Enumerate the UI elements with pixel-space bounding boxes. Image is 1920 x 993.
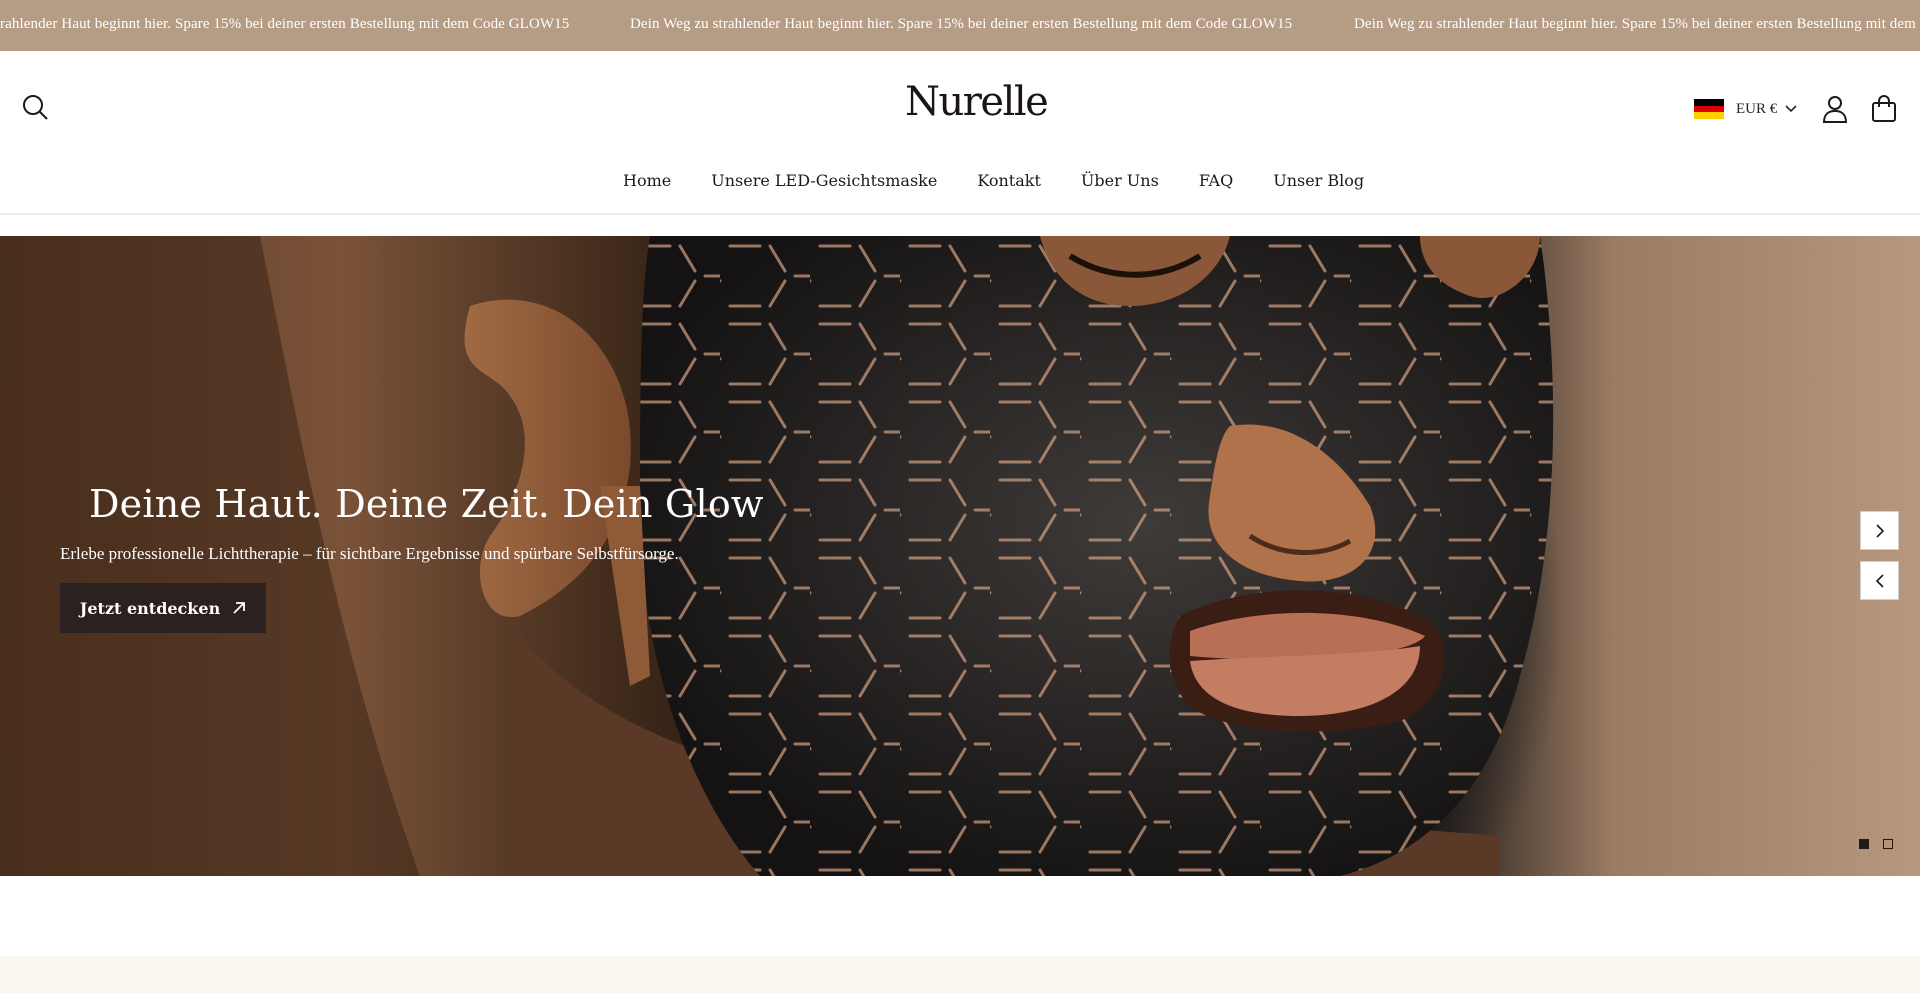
slide-dot-2[interactable] — [1883, 839, 1893, 849]
currency-selector[interactable]: EUR € — [1694, 97, 1797, 121]
currency-label: EUR € — [1736, 100, 1778, 117]
germany-flag-icon — [1694, 99, 1724, 120]
chevron-down-icon — [1785, 105, 1797, 113]
announcement-message: Dein Weg zu strahlender Haut beginnt hie… — [630, 16, 1293, 32]
main-nav: Home Unsere LED-Gesichtsmaske Kontakt Üb… — [623, 171, 1364, 190]
previous-slide-button[interactable] — [1860, 561, 1899, 600]
chevron-left-icon — [1875, 573, 1884, 588]
search-icon — [23, 95, 48, 120]
user-icon — [1822, 96, 1848, 123]
discover-button[interactable]: Jetzt entdecken — [60, 583, 266, 633]
next-section — [0, 956, 1920, 993]
hero-title: Deine Haut. Deine Zeit. Dein Glow — [89, 482, 764, 526]
account-button[interactable] — [1820, 93, 1850, 125]
nav-item-home[interactable]: Home — [623, 171, 671, 190]
logo[interactable]: Nurelle — [905, 79, 1049, 125]
nav-item-contact[interactable]: Kontakt — [977, 171, 1041, 190]
nav-item-blog[interactable]: Unser Blog — [1273, 171, 1364, 190]
nav-item-about[interactable]: Über Uns — [1081, 171, 1159, 190]
nav-item-led-mask[interactable]: Unsere LED-Gesichtsmaske — [711, 171, 937, 190]
next-slide-button[interactable] — [1860, 511, 1899, 550]
announcement-bar: rahlender Haut beginnt hier. Spare 15% b… — [0, 0, 1920, 51]
nav-item-faq[interactable]: FAQ — [1199, 171, 1233, 190]
chevron-right-icon — [1875, 523, 1884, 538]
hero-subtitle: Erlebe professionelle Lichttherapie – fü… — [60, 544, 679, 563]
cart-button[interactable] — [1869, 93, 1899, 125]
shopping-bag-icon — [1872, 95, 1896, 122]
announcement-message: Dein Weg zu strahlender Haut beginnt hie… — [1354, 16, 1920, 32]
search-button[interactable] — [18, 90, 52, 124]
slide-dot-1[interactable] — [1859, 839, 1869, 849]
hero-slider: Deine Haut. Deine Zeit. Dein Glow Erlebe… — [0, 236, 1920, 876]
announcement-message: rahlender Haut beginnt hier. Spare 15% b… — [0, 16, 570, 32]
arrow-up-right-icon — [233, 602, 246, 614]
site-header: Nurelle EUR € Home Unsere LED-Gesichtsma… — [0, 51, 1920, 215]
discover-button-label: Jetzt entdecken — [79, 598, 221, 618]
